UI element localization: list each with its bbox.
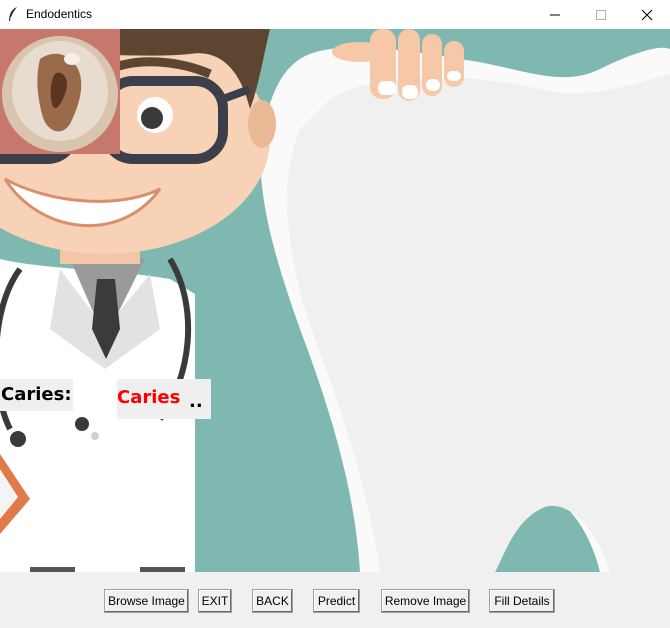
- tooth-xray-image: [0, 29, 120, 154]
- maximize-icon: [596, 9, 606, 20]
- back-button[interactable]: BACK: [252, 589, 293, 613]
- caries-result-suffix: ..: [189, 391, 203, 412]
- minimize-button[interactable]: [532, 0, 578, 29]
- background-illustration: Caries: Caries ..: [0, 29, 670, 572]
- minimize-icon: [550, 14, 560, 15]
- caries-result-text: Caries: [117, 387, 181, 408]
- close-button[interactable]: [624, 0, 670, 29]
- feather-app-icon: [9, 7, 17, 21]
- window-title: Endodentics: [26, 7, 93, 21]
- button-bar: Browse Image EXIT BACK Predict Remove Im…: [0, 572, 670, 628]
- exit-button[interactable]: EXIT: [198, 589, 232, 613]
- title-bar: Endodentics: [0, 0, 670, 29]
- remove-image-button[interactable]: Remove Image: [381, 589, 470, 613]
- caries-label: Caries:: [0, 379, 73, 411]
- maximize-button[interactable]: [578, 0, 624, 29]
- caries-result: Caries ..: [117, 379, 211, 419]
- close-icon: [641, 9, 653, 20]
- browse-image-button[interactable]: Browse Image: [104, 589, 189, 613]
- predict-button[interactable]: Predict: [313, 589, 360, 613]
- fill-details-button[interactable]: Fill Details: [489, 589, 555, 613]
